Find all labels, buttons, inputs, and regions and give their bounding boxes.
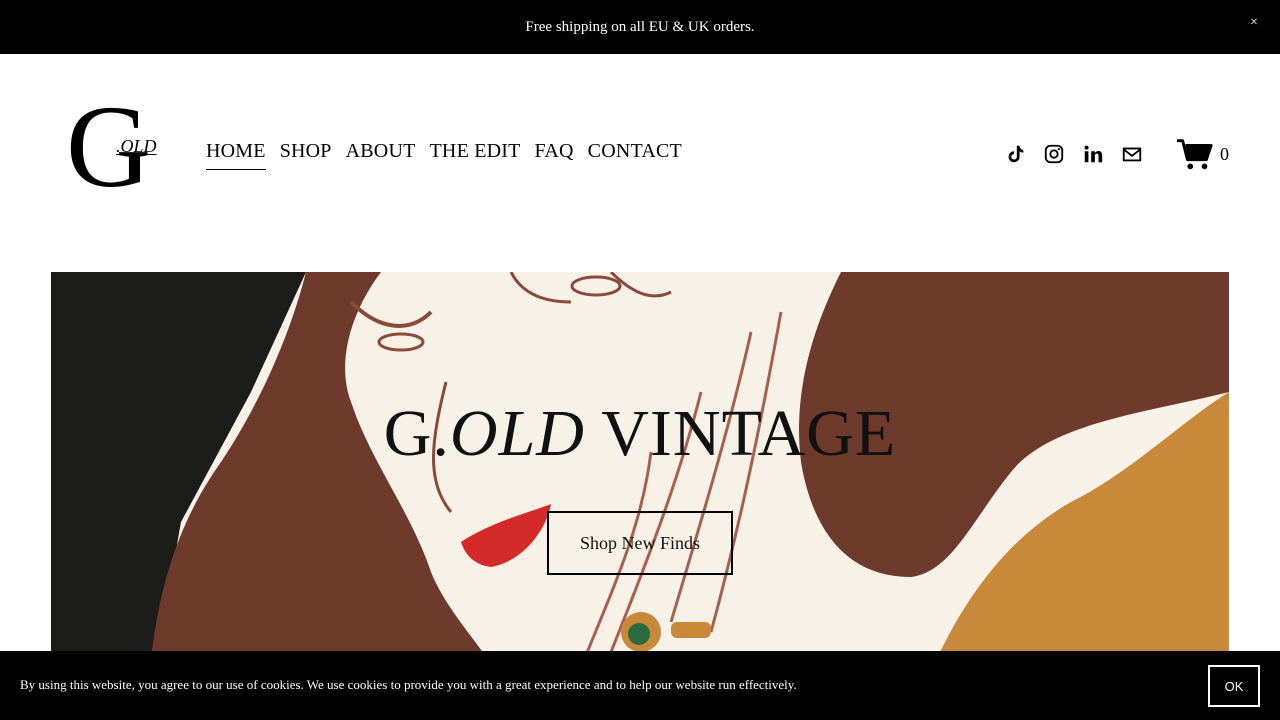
instagram-icon[interactable]	[1043, 143, 1065, 165]
cart-button[interactable]: 0	[1176, 136, 1229, 172]
logo-suffix: .OLD	[116, 136, 157, 156]
cookie-ok-button[interactable]: OK	[1208, 665, 1260, 707]
email-icon[interactable]	[1121, 143, 1143, 165]
announcement-bar: Free shipping on all EU & UK orders. ×	[0, 0, 1280, 54]
site-logo[interactable]: G .OLD	[66, 88, 166, 206]
hero-title-italic: OLD	[449, 397, 585, 470]
cart-count: 0	[1220, 143, 1229, 164]
cart-icon	[1176, 139, 1213, 170]
cookie-text: By using this website, you agree to our …	[20, 677, 797, 692]
linkedin-icon[interactable]	[1082, 143, 1104, 165]
announcement-text: Free shipping on all EU & UK orders.	[525, 18, 755, 35]
main-nav: HOME SHOP ABOUT THE EDIT FAQ CONTACT	[206, 140, 682, 170]
announcement-close-button[interactable]: ×	[1244, 13, 1264, 33]
hero-title-prefix: G.	[383, 397, 450, 470]
shop-new-finds-button[interactable]: Shop New Finds	[547, 511, 733, 575]
nav-contact[interactable]: CONTACT	[588, 140, 682, 170]
tiktok-icon[interactable]	[1004, 143, 1026, 165]
nav-faq[interactable]: FAQ	[535, 140, 574, 170]
cookie-banner: By using this website, you agree to our …	[0, 651, 1280, 720]
hero-title: G.OLD VINTAGE	[51, 396, 1229, 472]
nav-shop[interactable]: SHOP	[280, 140, 332, 170]
nav-the-edit[interactable]: THE EDIT	[430, 140, 521, 170]
social-links	[1004, 143, 1143, 165]
nav-home[interactable]: HOME	[206, 140, 266, 170]
hero-title-suffix: VINTAGE	[584, 397, 897, 470]
nav-about[interactable]: ABOUT	[346, 140, 416, 170]
site-header: G .OLD HOME SHOP ABOUT THE EDIT FAQ CONT…	[0, 54, 1280, 254]
